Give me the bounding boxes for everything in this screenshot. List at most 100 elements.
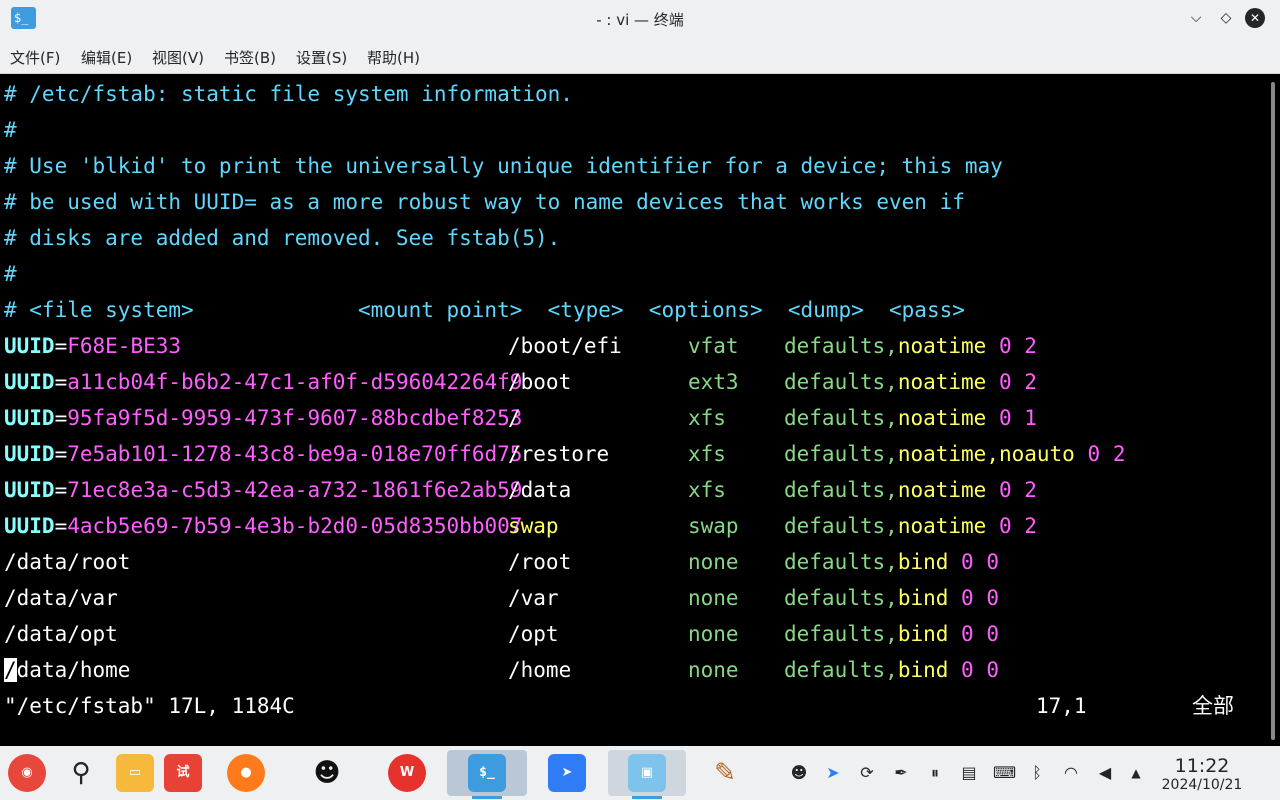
pass-value: 2 — [1024, 478, 1037, 502]
fs-type: xfs — [688, 442, 726, 466]
feishu-icon[interactable]: ➤ — [548, 754, 586, 792]
option-defaults: defaults — [784, 622, 886, 646]
mount-options: defaults,bind 0 0 — [784, 652, 999, 688]
maximize-icon[interactable]: ◇ — [1216, 8, 1236, 28]
fstab-entry: UUID=71ec8e3a-c5d3-42ea-a732-1861f6e2ab5… — [4, 472, 522, 508]
option-defaults: defaults — [784, 442, 886, 466]
clock-time[interactable]: 11:22 — [1160, 755, 1244, 777]
option-defaults: defaults — [784, 478, 886, 502]
uuid-value: 7e5ab101-1278-43c8-be9a-018e70ff6d75 — [67, 442, 523, 466]
option-bind: bind — [897, 550, 949, 574]
option-bind: bind — [897, 622, 949, 646]
option-bind: bind — [897, 658, 949, 682]
uuid-value: F68E-BE33 — [67, 334, 182, 358]
uuid-keyword: UUID — [4, 514, 55, 538]
close-icon[interactable]: ✕ — [1245, 8, 1265, 28]
fs-type: none — [688, 622, 739, 646]
header-comment-line: # <file system> <mount point> <type> <op… — [4, 298, 965, 322]
active-task-indicator — [472, 796, 502, 799]
option-separator: , — [885, 406, 898, 430]
fstab-entry: UUID=7e5ab101-1278-43c8-be9a-018e70ff6d7… — [4, 436, 522, 472]
option-separator: , — [885, 334, 898, 358]
wps-icon[interactable]: W — [388, 754, 426, 792]
comment-line: # be used with UUID= as a more robust wa… — [4, 190, 965, 214]
pause-tray-icon[interactable]: ⏸ — [925, 763, 945, 783]
mount-point: /var — [508, 586, 559, 610]
feishu-tray-icon[interactable]: ➤ — [823, 763, 843, 783]
vi-cursor-position: 17,1 — [1036, 694, 1087, 718]
option-separator: , — [885, 586, 898, 610]
comment-line: # — [4, 118, 17, 142]
mount-point: /opt — [508, 622, 559, 646]
equals: = — [54, 334, 68, 358]
text-cursor[interactable]: / — [4, 658, 17, 682]
pass-value: 0 — [986, 622, 1000, 646]
pass-value: 2 — [1024, 334, 1037, 358]
uuid-keyword: UUID — [4, 442, 55, 466]
firefox-icon[interactable]: ● — [227, 754, 265, 792]
image-viewer-icon[interactable]: ▣ — [628, 754, 666, 792]
clipboard-tray-icon[interactable]: ▤ — [959, 763, 979, 783]
mount-options: defaults,bind 0 0 — [784, 544, 999, 580]
wifi-tray-icon[interactable]: ◠ — [1061, 763, 1081, 783]
option-noatime: noatime — [897, 442, 987, 466]
file-manager-icon[interactable]: ▭ — [116, 754, 154, 792]
menu-help[interactable]: 帮助(H) — [367, 47, 420, 68]
keyboard-tray-icon[interactable]: ⌨ — [993, 763, 1016, 783]
dump-value: 0 — [998, 406, 1012, 430]
option-separator: , — [885, 442, 898, 466]
option-separator: , — [885, 550, 898, 574]
launcher-icon[interactable]: ◉ — [8, 754, 46, 792]
option-separator: , — [885, 370, 898, 394]
equals: = — [54, 370, 68, 394]
menu-file[interactable]: 文件(F) — [10, 47, 60, 68]
menu-bar: 文件(F) 编辑(E) 视图(V) 书签(B) 设置(S) 帮助(H) — [0, 38, 1280, 74]
tray-expand-icon[interactable]: ▲ — [1126, 763, 1146, 783]
pen-tray-icon[interactable]: ✒ — [891, 763, 911, 783]
fstab-entry: UUID=95fa9f5d-9959-473f-9607-88bcdbef825… — [4, 400, 522, 436]
option-defaults: defaults — [784, 550, 886, 574]
mount-options: defaults,noatime 0 2 — [784, 472, 1037, 508]
option-noatime: noatime — [897, 514, 987, 538]
taskbar: ◉ ⚲ ▭ 试 ● ☻ W $_ ➤ ▣ ✎ ☻ ➤ ⟳ ✒ ⏸ ▤ ⌨ ᛒ ◠… — [0, 746, 1280, 800]
option-defaults: defaults — [784, 334, 886, 358]
app-store-icon[interactable]: 试 — [164, 754, 202, 792]
menu-settings[interactable]: 设置(S) — [296, 47, 347, 68]
menu-view[interactable]: 视图(V) — [152, 47, 204, 68]
fstab-entry: UUID=a11cb04f-b6b2-47c1-af0f-d596042264f… — [4, 364, 522, 400]
uuid-keyword: UUID — [4, 406, 55, 430]
menu-bookmarks[interactable]: 书签(B) — [224, 47, 276, 68]
terminal-taskbar-icon[interactable]: $_ — [468, 754, 506, 792]
clock-date[interactable]: 2024/10/21 — [1160, 777, 1244, 793]
vi-status-file: "/etc/fstab" 17L, 1184C — [4, 694, 295, 718]
mount-point: /boot — [508, 370, 572, 394]
option-noatime: noatime — [897, 334, 987, 358]
option-defaults: defaults — [784, 586, 886, 610]
option-separator: , — [885, 514, 898, 538]
menu-edit[interactable]: 编辑(E) — [81, 47, 132, 68]
minimize-icon[interactable]: ⌵ — [1186, 8, 1206, 28]
option-separator: , — [885, 658, 898, 682]
volume-tray-icon[interactable]: ◀ — [1095, 763, 1115, 783]
dump-value: 0 — [998, 370, 1012, 394]
qq-tray-icon[interactable]: ☻ — [789, 763, 809, 783]
option-defaults: defaults — [784, 514, 886, 538]
dump-value: 0 — [961, 586, 974, 610]
equals: = — [54, 478, 68, 502]
bluetooth-tray-icon[interactable]: ᛒ — [1027, 763, 1047, 783]
option-noatime: noatime — [897, 406, 987, 430]
fs-type: vfat — [688, 334, 739, 358]
mount-point: /boot/efi — [508, 334, 622, 358]
vi-scroll-indicator: 全部 — [1192, 694, 1234, 718]
dump-value: 0 — [961, 550, 974, 574]
mount-point: /home — [508, 658, 572, 682]
qq-icon[interactable]: ☻ — [308, 754, 346, 792]
scrollbar-thumb[interactable] — [1271, 82, 1275, 740]
pass-value: 2 — [1112, 442, 1126, 466]
mount-point: /restore — [508, 442, 610, 466]
option-noauto: ,noauto — [986, 442, 1075, 466]
search-icon[interactable]: ⚲ — [62, 754, 100, 792]
comment-line: # disks are added and removed. See fstab… — [4, 226, 561, 250]
paint-icon[interactable]: ✎ — [706, 754, 744, 792]
update-tray-icon[interactable]: ⟳ — [857, 763, 877, 783]
